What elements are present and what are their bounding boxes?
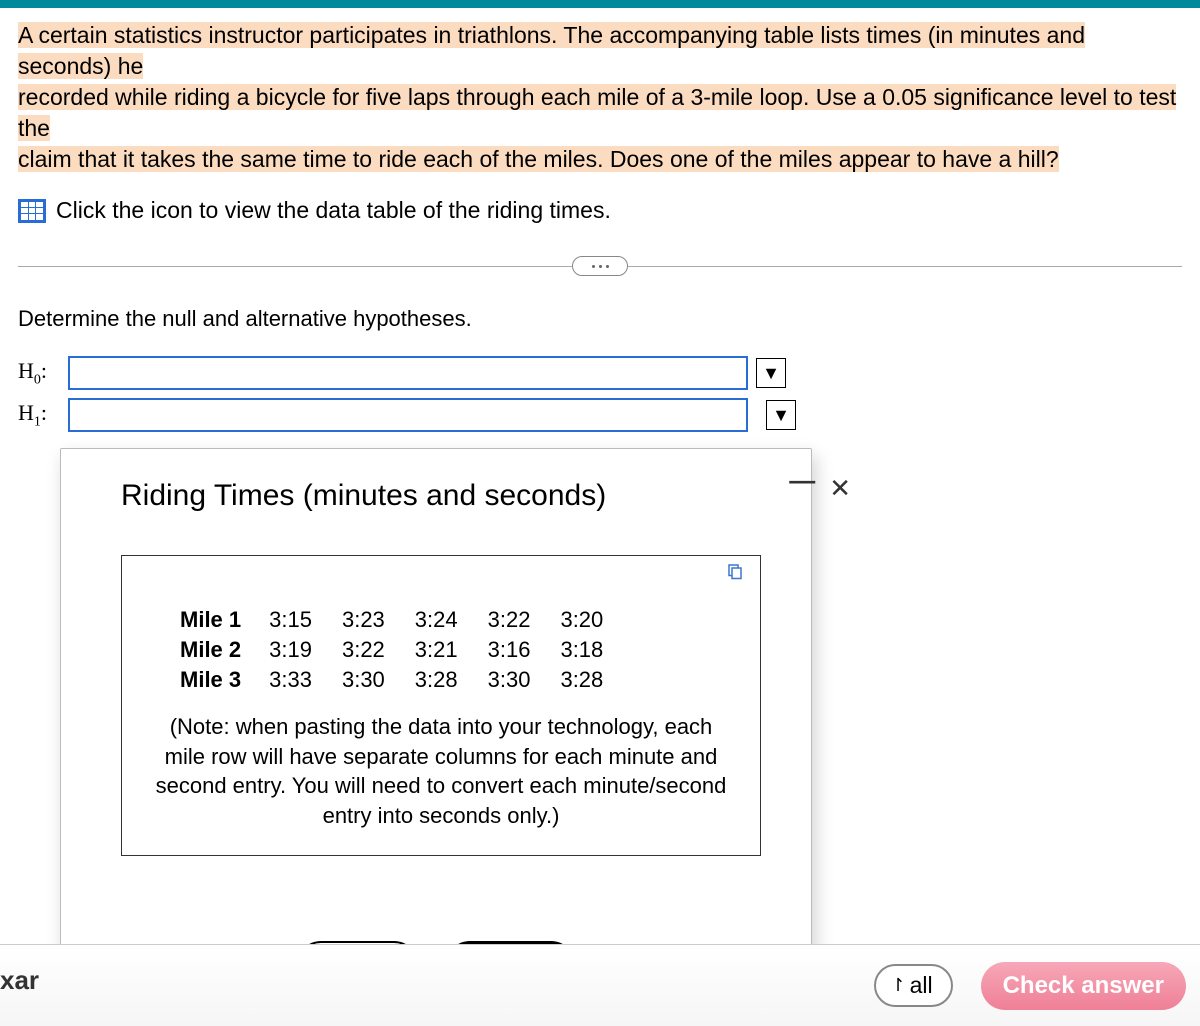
h0-select-field[interactable] <box>68 356 748 390</box>
table-row: Mile 3 3:333:303:283:303:28 <box>166 666 617 694</box>
left-cutoff-text: xar <box>0 965 39 996</box>
h1-dropdown-arrow[interactable]: ▼ <box>766 400 796 430</box>
h0-label: H0: <box>18 358 68 388</box>
question-line-2: recorded while riding a bicycle for five… <box>18 84 1176 141</box>
data-table-box: Mile 1 3:153:233:243:223:20 Mile 2 3:193… <box>121 555 761 856</box>
footer-bar: xar ↾all Check answer <box>0 944 1200 1026</box>
minimize-icon[interactable]: — <box>789 465 815 496</box>
h1-select-field[interactable] <box>68 398 748 432</box>
riding-times-modal: — ✕ Riding Times (minutes and seconds) M… <box>60 448 812 1008</box>
table-row: Mile 2 3:193:223:213:163:18 <box>166 636 617 664</box>
data-table-icon[interactable] <box>18 199 46 223</box>
expand-pill[interactable] <box>572 256 628 276</box>
data-table-link-text[interactable]: Click the icon to view the data table of… <box>56 197 611 224</box>
check-answer-button[interactable]: Check answer <box>981 962 1186 1010</box>
question-text: A certain statistics instructor particip… <box>18 20 1182 175</box>
hypotheses-prompt: Determine the null and alternative hypot… <box>18 306 1182 332</box>
table-row: Mile 1 3:153:233:243:223:20 <box>166 606 617 634</box>
section-divider <box>18 256 1182 276</box>
header-accent-bar <box>0 0 1200 8</box>
question-line-3: claim that it takes the same time to rid… <box>18 146 1059 172</box>
copy-icon[interactable] <box>726 562 744 580</box>
data-note: (Note: when pasting the data into your t… <box>140 712 742 831</box>
h0-dropdown-arrow[interactable]: ▼ <box>756 358 786 388</box>
riding-times-table: Mile 1 3:153:233:243:223:20 Mile 2 3:193… <box>164 604 619 696</box>
question-line-1: A certain statistics instructor particip… <box>18 22 1085 79</box>
clear-all-button[interactable]: ↾all <box>874 964 952 1007</box>
h1-label: H1: <box>18 400 68 430</box>
modal-title: Riding Times (minutes and seconds) <box>121 479 781 513</box>
close-icon[interactable]: ✕ <box>829 473 851 504</box>
